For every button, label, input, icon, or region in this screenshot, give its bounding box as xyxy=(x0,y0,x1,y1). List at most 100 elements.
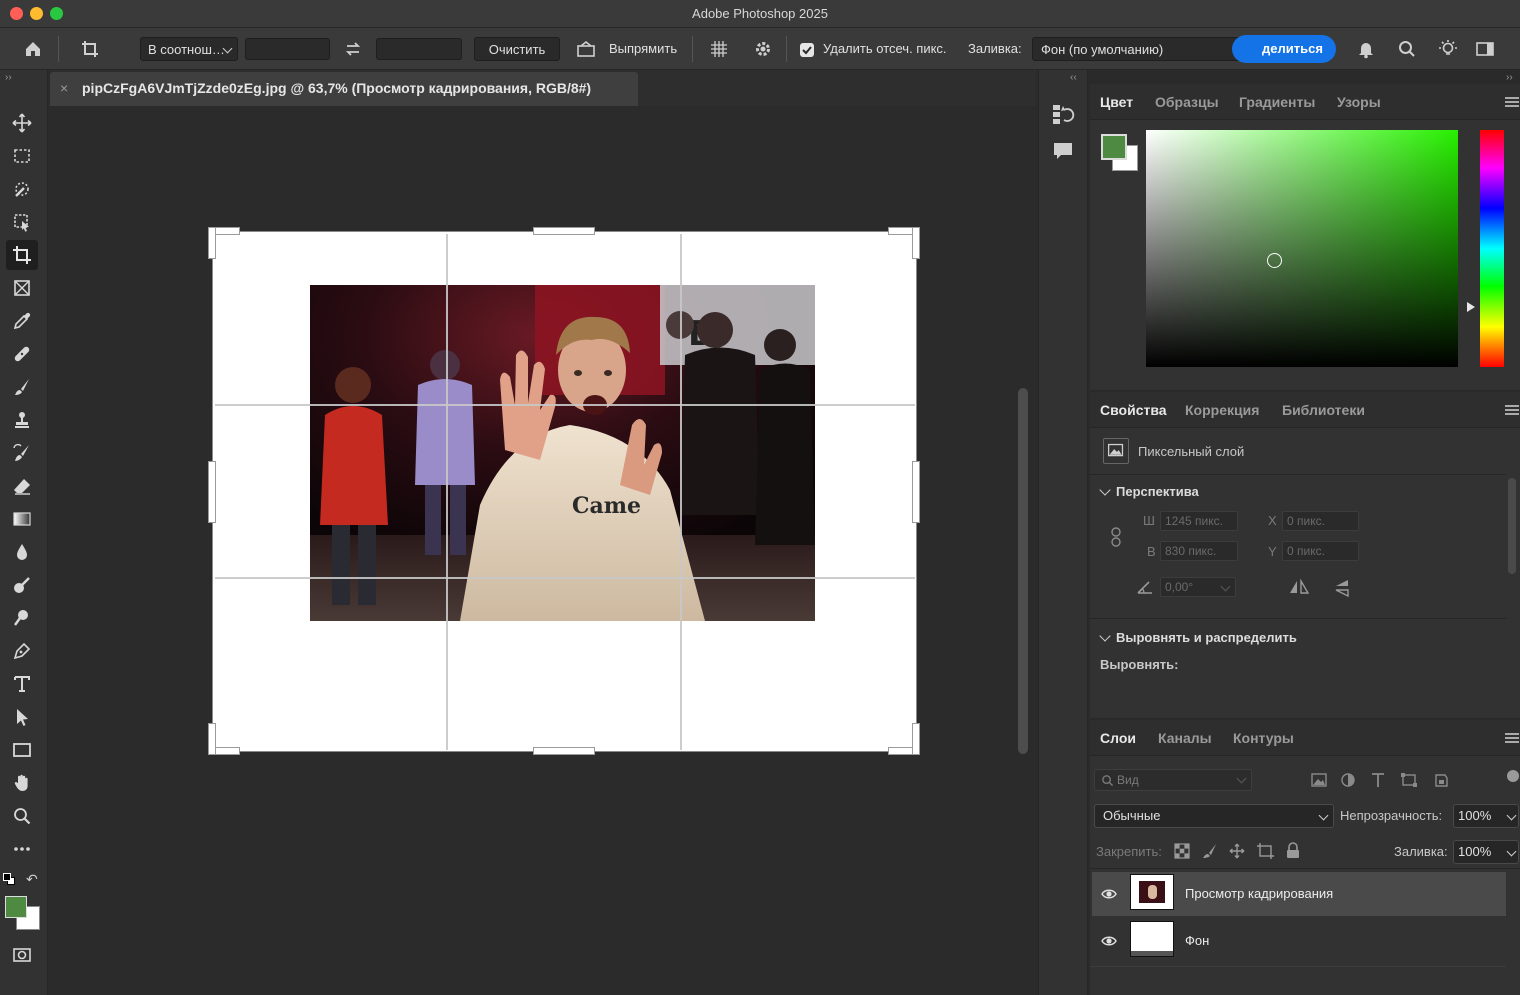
crop-preset-icon[interactable] xyxy=(70,37,110,61)
close-tab-icon[interactable]: × xyxy=(60,80,68,96)
gear-icon[interactable] xyxy=(750,37,776,61)
path-selection-tool-icon[interactable] xyxy=(6,702,38,732)
search-icon[interactable] xyxy=(1394,37,1420,61)
crop-width-input[interactable] xyxy=(245,38,330,60)
crop-handle-left[interactable] xyxy=(209,462,215,522)
quick-mask-icon[interactable] xyxy=(6,940,38,970)
eraser-tool-icon[interactable] xyxy=(6,471,38,501)
hue-slider[interactable] xyxy=(1480,130,1504,367)
filter-pixel-icon[interactable] xyxy=(1310,772,1328,788)
color-field[interactable] xyxy=(1146,130,1458,367)
collapse-strip-icon[interactable]: ‹‹ xyxy=(1070,72,1077,83)
vertical-scrollbar[interactable] xyxy=(1018,388,1028,754)
foreground-color-swatch[interactable] xyxy=(5,896,27,918)
frame-tool-icon[interactable] xyxy=(6,273,38,303)
crop-handle-top[interactable] xyxy=(534,228,594,234)
eyedropper-tool-icon[interactable] xyxy=(6,306,38,336)
home-icon[interactable] xyxy=(20,37,46,61)
collapse-toolbar-icon[interactable]: ›› xyxy=(5,72,12,83)
blend-mode-select[interactable]: Обычные xyxy=(1094,804,1334,828)
hand-tool-icon[interactable] xyxy=(6,768,38,798)
eye-icon[interactable] xyxy=(1101,933,1117,949)
layer-name[interactable]: Просмотр кадрирования xyxy=(1185,886,1333,901)
marquee-tool-icon[interactable] xyxy=(6,141,38,171)
type-tool-icon[interactable] xyxy=(6,669,38,699)
zoom-tool-icon[interactable] xyxy=(6,801,38,831)
bell-icon[interactable] xyxy=(1353,37,1379,61)
history-panel-icon[interactable] xyxy=(1050,102,1076,126)
filter-adjustment-icon[interactable] xyxy=(1340,772,1356,788)
default-colors-icon[interactable] xyxy=(3,873,15,885)
crop-handle-right[interactable] xyxy=(913,462,919,522)
crop-height-input[interactable] xyxy=(376,38,462,60)
crop-handle-bottom-right[interactable] xyxy=(913,724,919,754)
layer-filter-select[interactable]: Вид xyxy=(1094,769,1252,791)
lock-transparent-icon[interactable] xyxy=(1174,843,1190,859)
history-brush-tool-icon[interactable] xyxy=(6,438,38,468)
healing-brush-tool-icon[interactable] xyxy=(6,339,38,369)
tab-gradients[interactable]: Градиенты xyxy=(1239,84,1315,120)
lightbulb-icon[interactable] xyxy=(1435,37,1461,61)
tab-libraries[interactable]: Библиотеки xyxy=(1282,392,1365,428)
flip-horizontal-icon[interactable] xyxy=(1288,578,1310,595)
eye-icon[interactable] xyxy=(1101,886,1117,902)
crop-handle-top-right[interactable] xyxy=(913,228,919,258)
lock-all-icon[interactable] xyxy=(1286,842,1300,859)
fill-opacity-input[interactable]: 100% xyxy=(1453,840,1519,864)
perspective-section-title[interactable]: Перспектива xyxy=(1116,484,1199,499)
angle-input[interactable]: 0,00° xyxy=(1160,577,1236,597)
lock-artboard-icon[interactable] xyxy=(1256,843,1274,859)
brush-tool-icon[interactable] xyxy=(6,372,38,402)
fill-select[interactable]: Фон (по умолчанию) xyxy=(1032,37,1264,61)
panel-menu-icon[interactable] xyxy=(1505,97,1519,107)
swap-colors-icon[interactable]: ↶ xyxy=(26,871,38,888)
gradient-tool-icon[interactable] xyxy=(6,504,38,534)
x-input[interactable]: 0 пикс. xyxy=(1282,511,1359,531)
dodge-tool-icon[interactable] xyxy=(6,570,38,600)
lock-position-icon[interactable] xyxy=(1229,843,1245,859)
flip-vertical-icon[interactable] xyxy=(1334,578,1350,598)
hue-slider-marker-icon[interactable] xyxy=(1467,302,1475,312)
object-selection-tool-icon[interactable] xyxy=(6,207,38,237)
crop-tool-icon[interactable] xyxy=(6,240,38,270)
layer-row-crop-preview[interactable]: Просмотр кадрирования xyxy=(1092,872,1506,916)
clear-button[interactable]: Очистить xyxy=(474,37,560,61)
align-section-title[interactable]: Выровнять и распределить xyxy=(1116,630,1297,645)
straighten-icon[interactable] xyxy=(573,37,599,61)
tab-paths[interactable]: Контуры xyxy=(1233,720,1294,756)
crop-handle-bottom-left[interactable] xyxy=(209,724,215,754)
properties-scrollbar[interactable] xyxy=(1508,478,1516,574)
filter-toggle[interactable] xyxy=(1507,770,1519,782)
more-tools-icon[interactable] xyxy=(6,834,38,864)
move-tool-icon[interactable] xyxy=(6,108,38,138)
y-input[interactable]: 0 пикс. xyxy=(1282,541,1359,561)
straighten-button[interactable]: Выпрямить xyxy=(609,37,677,61)
rectangle-tool-icon[interactable] xyxy=(6,735,38,765)
panel-menu-icon[interactable] xyxy=(1505,733,1519,743)
filter-shape-icon[interactable] xyxy=(1400,772,1418,788)
tab-patterns[interactable]: Узоры xyxy=(1337,84,1381,120)
layer-name[interactable]: Фон xyxy=(1185,933,1209,948)
link-icon[interactable] xyxy=(1110,526,1122,548)
delete-cropped-checkbox[interactable] xyxy=(800,43,814,57)
blur-tool-icon[interactable] xyxy=(6,537,38,567)
color-picker-cursor[interactable] xyxy=(1267,253,1282,268)
filter-smart-object-icon[interactable] xyxy=(1432,772,1450,788)
tab-layers[interactable]: Слои xyxy=(1100,720,1136,756)
grid-overlay-icon[interactable] xyxy=(706,37,732,61)
share-button[interactable]: делиться xyxy=(1232,35,1336,63)
comments-panel-icon[interactable] xyxy=(1052,140,1074,162)
quick-selection-tool-icon[interactable] xyxy=(6,174,38,204)
crop-handle-top-left[interactable] xyxy=(209,228,215,258)
tab-adjustments[interactable]: Коррекция xyxy=(1185,392,1259,428)
layer-row-background[interactable]: Фон xyxy=(1092,919,1506,963)
tab-channels[interactable]: Каналы xyxy=(1158,720,1212,756)
pen-tool-icon[interactable] xyxy=(6,636,38,666)
swap-dimensions-icon[interactable] xyxy=(340,37,366,61)
panel-foreground-swatch[interactable] xyxy=(1101,134,1127,160)
tab-color[interactable]: Цвет xyxy=(1100,84,1133,120)
filter-type-icon[interactable] xyxy=(1370,772,1386,788)
collapse-panels-icon[interactable]: ›› xyxy=(1506,72,1513,83)
panel-menu-icon[interactable] xyxy=(1505,405,1519,415)
tab-swatches[interactable]: Образцы xyxy=(1155,84,1219,120)
